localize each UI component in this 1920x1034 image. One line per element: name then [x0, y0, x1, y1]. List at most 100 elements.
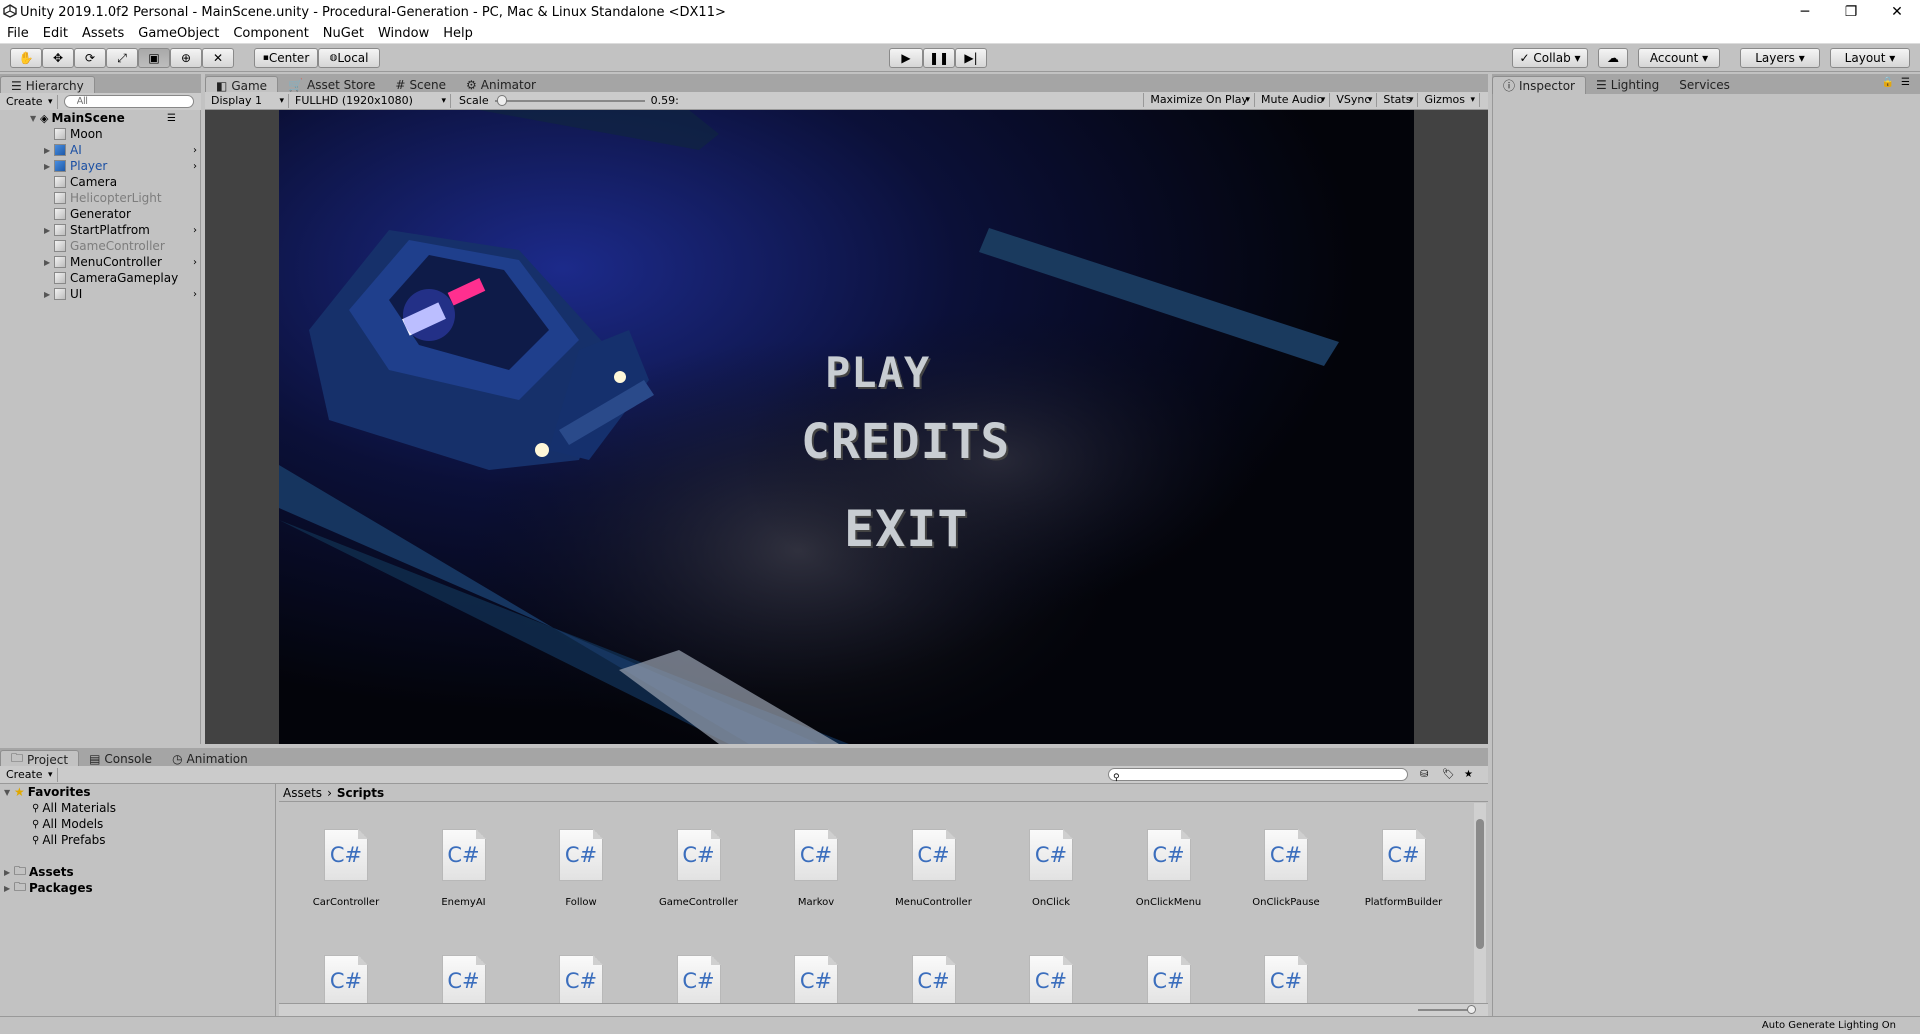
hierarchy-search-input[interactable] [63, 95, 194, 108]
favorite-star-icon[interactable]: ★ [1464, 769, 1473, 780]
transform-tool-icon[interactable]: ⊕ [170, 48, 202, 68]
expand-arrow-icon[interactable]: ▶ [44, 226, 54, 235]
hierarchy-item[interactable]: ▶ StartPlatfrom › [44, 222, 201, 238]
play-menu-button[interactable]: PLAY [825, 348, 930, 397]
tab-lighting[interactable]: ☰ Lighting [1586, 76, 1669, 94]
gizmos-dropdown[interactable]: Gizmos [1418, 92, 1480, 107]
hierarchy-item[interactable]: ▶ AI › [44, 142, 201, 158]
script-file[interactable]: C# OnClickPause [1231, 829, 1341, 929]
minimize-button[interactable]: ─ [1782, 0, 1828, 24]
rotate-tool-icon[interactable]: ⟳ [74, 48, 106, 68]
script-file[interactable]: C# EnemyAI [409, 829, 519, 929]
resolution-dropdown[interactable]: FULLHD (1920x1080) [289, 93, 451, 108]
hierarchy-create-dropdown[interactable]: Create [0, 94, 58, 109]
expand-arrow-icon[interactable]: ▶ [44, 146, 54, 155]
packages-folder-row[interactable]: ▶ 🗀 Packages [4, 880, 93, 896]
script-file[interactable]: C# Follow [526, 829, 636, 929]
hierarchy-item[interactable]: ▶ UI › [44, 286, 201, 302]
hierarchy-item[interactable]: Generator [44, 206, 201, 222]
icon-size-slider[interactable] [1418, 1005, 1476, 1014]
script-file[interactable]: C# [409, 955, 519, 1003]
stats-toggle[interactable]: Stats [1377, 92, 1419, 107]
panel-menu-icon[interactable]: ☰ [1901, 77, 1910, 88]
scene-row[interactable]: ▼ ◈ MainScene ☰ [30, 110, 201, 126]
favorite-all-prefabs[interactable]: ⚲ All Prefabs [32, 832, 106, 848]
script-file[interactable]: C# Markov [761, 829, 871, 929]
favorites-row[interactable]: ▼ ★ Favorites [4, 784, 90, 800]
favorite-all-materials[interactable]: ⚲ All Materials [32, 800, 116, 816]
filter-type-icon[interactable]: ⛁ [1420, 769, 1428, 780]
rect-tool-icon[interactable]: ▣ [138, 48, 170, 68]
hierarchy-item[interactable]: Moon [44, 126, 201, 142]
pivot-local-button[interactable]: ◍ Local [318, 48, 380, 68]
mute-audio-toggle[interactable]: Mute Audio [1255, 92, 1331, 107]
hierarchy-item[interactable]: ▶ MenuController › [44, 254, 201, 270]
script-file[interactable]: C# PlatformBuilder [1349, 829, 1459, 929]
tab-services[interactable]: Services [1669, 76, 1740, 94]
script-file[interactable]: C# [1231, 955, 1341, 1003]
script-file[interactable]: C# [879, 955, 989, 1003]
step-button[interactable]: ▶| [955, 48, 987, 68]
layout-dropdown[interactable]: Layout ▾ [1830, 48, 1910, 68]
file-grid-scrollbar[interactable] [1474, 803, 1486, 1003]
move-tool-icon[interactable]: ✥ [42, 48, 74, 68]
script-file[interactable]: C# [291, 955, 401, 1003]
project-create-dropdown[interactable]: Create [0, 767, 58, 782]
script-file[interactable]: C# GameController [644, 829, 754, 929]
chevron-right-icon: › [193, 288, 197, 300]
menu-help[interactable]: Help [436, 26, 480, 41]
close-button[interactable]: ✕ [1874, 0, 1920, 24]
script-file[interactable]: C# [1114, 955, 1224, 1003]
breadcrumb-assets[interactable]: Assets [283, 786, 322, 800]
script-file[interactable]: C# CarController [291, 829, 401, 929]
collab-dropdown[interactable]: ✓ Collab ▾ [1512, 48, 1588, 68]
script-file[interactable]: C# OnClickMenu [1114, 829, 1224, 929]
hierarchy-item[interactable]: GameController [44, 238, 201, 254]
filter-label-icon[interactable]: 🏷 [1442, 769, 1455, 780]
expand-arrow-icon[interactable]: ▶ [44, 290, 54, 299]
menu-gameobject[interactable]: GameObject [131, 26, 226, 41]
exit-menu-button[interactable]: EXIT [844, 500, 968, 558]
scene-menu-icon[interactable]: ☰ [167, 113, 176, 124]
tab-hierarchy[interactable]: ☰ Hierarchy [0, 76, 95, 94]
script-file[interactable]: C# [644, 955, 754, 1003]
pause-button[interactable]: ❚❚ [923, 48, 955, 68]
expand-arrow-icon[interactable]: ▶ [44, 258, 54, 267]
game-view[interactable]: PLAY CREDITS EXIT [279, 110, 1414, 744]
credits-menu-button[interactable]: CREDITS [801, 414, 1010, 470]
tab-inspector[interactable]: ⓘ Inspector [1492, 76, 1586, 94]
expand-arrow-icon[interactable]: ▶ [44, 162, 54, 171]
breadcrumb-scripts[interactable]: Scripts [337, 786, 384, 800]
hierarchy-item[interactable]: ▶ Player › [44, 158, 201, 174]
menu-edit[interactable]: Edit [36, 26, 75, 41]
menu-component[interactable]: Component [226, 26, 315, 41]
hierarchy-item[interactable]: Camera [44, 174, 201, 190]
script-file[interactable]: C# OnClick [996, 829, 1106, 929]
pivot-center-button[interactable]: ▪ Center [254, 48, 318, 68]
project-search-input[interactable]: ⚲ [1108, 768, 1408, 783]
favorite-all-models[interactable]: ⚲ All Models [32, 816, 103, 832]
menu-file[interactable]: File [0, 26, 36, 41]
custom-tool-icon[interactable]: ✕ [202, 48, 234, 68]
hierarchy-item[interactable]: HelicopterLight [44, 190, 201, 206]
maximize-button[interactable]: ❐ [1828, 0, 1874, 24]
scale-tool-icon[interactable]: ⤢ [106, 48, 138, 68]
menu-assets[interactable]: Assets [75, 26, 131, 41]
script-file[interactable]: C# [761, 955, 871, 1003]
hand-tool-icon[interactable]: ✋ [10, 48, 42, 68]
account-dropdown[interactable]: Account ▾ [1638, 48, 1720, 68]
hierarchy-item[interactable]: CameraGameplay [44, 270, 201, 286]
display-dropdown[interactable]: Display 1 [205, 93, 289, 108]
lock-icon[interactable]: 🔒 [1882, 77, 1894, 88]
cloud-button[interactable]: ☁ [1598, 48, 1628, 68]
maximize-on-play-toggle[interactable]: Maximize On Play [1143, 92, 1256, 107]
vsync-toggle[interactable]: VSync [1330, 92, 1378, 107]
menu-window[interactable]: Window [371, 26, 436, 41]
play-button[interactable]: ▶ [889, 48, 923, 68]
scale-slider[interactable] [494, 94, 645, 107]
script-file[interactable]: C# [996, 955, 1106, 1003]
layers-dropdown[interactable]: Layers ▾ [1740, 48, 1820, 68]
script-file[interactable]: C# MenuController [879, 829, 989, 929]
menu-nuget[interactable]: NuGet [316, 26, 371, 41]
script-file[interactable]: C# [526, 955, 636, 1003]
